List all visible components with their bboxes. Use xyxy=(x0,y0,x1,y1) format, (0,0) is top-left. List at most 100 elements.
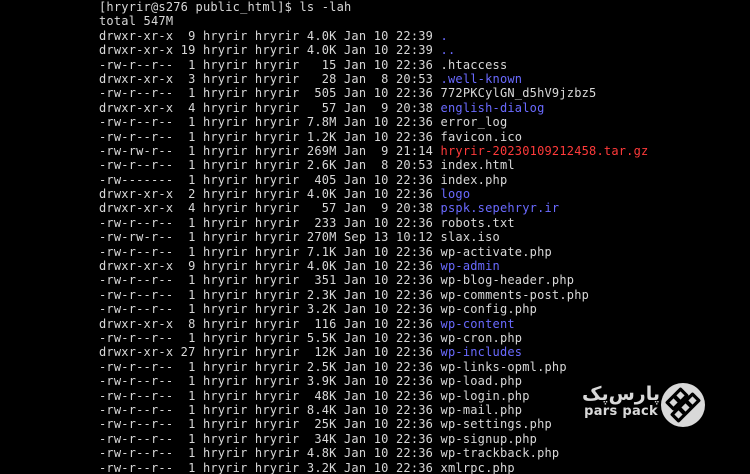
file-name: wp-load.php xyxy=(440,374,523,389)
ls-entry: -rw-r--r-- 1 hryrir hryrir 7.8M Jan 10 2… xyxy=(99,115,648,129)
file-name: wp-blog-header.php xyxy=(440,273,575,288)
file-name: wp-settings.php xyxy=(440,417,552,432)
file-name: wp-links-opml.php xyxy=(440,359,567,374)
ls-entry: -rw-r--r-- 1 hryrir hryrir 3.2K Jan 10 2… xyxy=(99,302,648,316)
ls-entry: -rw-r--r-- 1 hryrir hryrir 5.5K Jan 10 2… xyxy=(99,331,648,345)
entry-meta: -rw-r--r-- 1 hryrir hryrir 34K Jan 10 22… xyxy=(99,431,441,446)
ls-entry: -rw-r--r-- 1 hryrir hryrir 3.9K Jan 10 2… xyxy=(99,374,648,388)
file-name: wp-trackback.php xyxy=(440,446,560,461)
entry-meta: drwxr-xr-x 27 hryrir hryrir 12K Jan 10 2… xyxy=(99,345,441,360)
entry-meta: -rw-r--r-- 1 hryrir hryrir 3.9K Jan 10 2… xyxy=(99,374,441,389)
entry-meta: -rw-rw-r-- 1 hryrir hryrir 270M Sep 13 1… xyxy=(99,230,441,245)
ls-entry: drwxr-xr-x 4 hryrir hryrir 57 Jan 9 20:3… xyxy=(99,201,648,215)
file-name: wp-cron.php xyxy=(440,330,523,345)
ls-entry: drwxr-xr-x 3 hryrir hryrir 28 Jan 8 20:5… xyxy=(99,72,648,86)
entry-meta: -rw-rw-r-- 1 hryrir hryrir 269M Jan 9 21… xyxy=(99,143,441,158)
file-name: wp-login.php xyxy=(440,388,530,403)
entry-meta: -rw-r--r-- 1 hryrir hryrir 5.5K Jan 10 2… xyxy=(99,330,441,345)
ls-entry: -rw-r--r-- 1 hryrir hryrir 8.4K Jan 10 2… xyxy=(99,403,648,417)
entry-meta: -rw-r--r-- 1 hryrir hryrir 48K Jan 10 22… xyxy=(99,388,441,403)
entry-meta: -rw-r--r-- 1 hryrir hryrir 2.6K Jan 8 20… xyxy=(99,158,441,173)
entry-meta: drwxr-xr-x 3 hryrir hryrir 28 Jan 8 20:5… xyxy=(99,71,441,86)
ls-entry: -rw-r--r-- 1 hryrir hryrir 1.2K Jan 10 2… xyxy=(99,130,648,144)
entry-meta: drwxr-xr-x 4 hryrir hryrir 57 Jan 9 20:3… xyxy=(99,100,441,115)
file-name: index.php xyxy=(440,172,508,187)
ls-entry: -rw-r--r-- 1 hryrir hryrir 351 Jan 10 22… xyxy=(99,273,648,287)
ls-entry: drwxr-xr-x 4 hryrir hryrir 57 Jan 9 20:3… xyxy=(99,101,648,115)
ls-entry: -rw-r--r-- 1 hryrir hryrir 7.1K Jan 10 2… xyxy=(99,245,648,259)
file-name: robots.txt xyxy=(440,215,515,230)
ls-entry: drwxr-xr-x 27 hryrir hryrir 12K Jan 10 2… xyxy=(99,345,648,359)
directory-name: english-dialog xyxy=(440,100,545,115)
ls-entry: -rw-r--r-- 1 hryrir hryrir 4.8K Jan 10 2… xyxy=(99,446,648,460)
file-name: wp-activate.php xyxy=(440,244,552,259)
ls-entry: -rw-r--r-- 1 hryrir hryrir 25K Jan 10 22… xyxy=(99,417,648,431)
watermark-text: پارس‌پک pars pack xyxy=(582,383,661,420)
ls-entry: -rw------- 1 hryrir hryrir 405 Jan 10 22… xyxy=(99,173,648,187)
entry-meta: -rw-r--r-- 1 hryrir hryrir 7.8M Jan 10 2… xyxy=(99,115,441,130)
file-name: hryrir-20230109212458.tar.gz xyxy=(440,143,649,158)
entry-meta: -rw-r--r-- 1 hryrir hryrir 505 Jan 10 22… xyxy=(99,86,441,101)
entry-meta: -rw-r--r-- 1 hryrir hryrir 3.2K Jan 10 2… xyxy=(99,302,441,317)
directory-name: wp-includes xyxy=(440,345,523,360)
file-name: wp-config.php xyxy=(440,302,538,317)
file-name: .htaccess xyxy=(440,57,508,72)
total-line: total 547M xyxy=(99,14,174,29)
directory-name: logo xyxy=(440,187,471,202)
entry-meta: -rw-r--r-- 1 hryrir hryrir 7.1K Jan 10 2… xyxy=(99,244,441,259)
ls-entry: drwxr-xr-x 9 hryrir hryrir 4.0K Jan 10 2… xyxy=(99,29,648,43)
entry-meta: drwxr-xr-x 19 hryrir hryrir 4.0K Jan 10 … xyxy=(99,43,441,58)
directory-name: wp-content xyxy=(440,316,515,331)
entry-meta: drwxr-xr-x 2 hryrir hryrir 4.0K Jan 10 2… xyxy=(99,187,441,202)
entry-meta: -rw-r--r-- 1 hryrir hryrir 2.5K Jan 10 2… xyxy=(99,359,441,374)
ls-entry: -rw-r--r-- 1 hryrir hryrir 2.6K Jan 8 20… xyxy=(99,158,648,172)
file-name: slax.iso xyxy=(440,230,500,245)
entry-meta: drwxr-xr-x 9 hryrir hryrir 4.0K Jan 10 2… xyxy=(99,28,441,43)
ls-entry: -rw-r--r-- 1 hryrir hryrir 2.5K Jan 10 2… xyxy=(99,360,648,374)
directory-name: . xyxy=(440,28,448,43)
directory-name: pspk.sepehryr.ir xyxy=(440,201,560,216)
ls-entry: -rw-rw-r-- 1 hryrir hryrir 269M Jan 9 21… xyxy=(99,144,648,158)
file-name: 772PKCylGN_d5hV9jzbz5 xyxy=(440,86,597,101)
file-name: wp-mail.php xyxy=(440,402,523,417)
entry-meta: -rw-r--r-- 1 hryrir hryrir 233 Jan 10 22… xyxy=(99,215,441,230)
entry-meta: -rw-r--r-- 1 hryrir hryrir 25K Jan 10 22… xyxy=(99,417,441,432)
entry-meta: -rw-r--r-- 1 hryrir hryrir 351 Jan 10 22… xyxy=(99,273,441,288)
directory-name: .well-known xyxy=(440,71,523,86)
ls-entry: drwxr-xr-x 19 hryrir hryrir 4.0K Jan 10 … xyxy=(99,43,648,57)
watermark-text-en: pars pack xyxy=(584,404,658,419)
file-name: wp-comments-post.php xyxy=(440,287,590,302)
entry-meta: -rw-r--r-- 1 hryrir hryrir 4.8K Jan 10 2… xyxy=(99,446,441,461)
command-prompt-line: [hryrir@s276 public_html]$ ls -lah xyxy=(99,0,352,14)
ls-entry: -rw-r--r-- 1 hryrir hryrir 233 Jan 10 22… xyxy=(99,216,648,230)
watermark-text-fa: پارس‌پک xyxy=(582,383,661,405)
parspack-logo-icon xyxy=(661,383,705,427)
ls-entry: drwxr-xr-x 8 hryrir hryrir 116 Jan 10 22… xyxy=(99,317,648,331)
ls-entry: drwxr-xr-x 9 hryrir hryrir 4.0K Jan 10 2… xyxy=(99,259,648,273)
file-name: wp-signup.php xyxy=(440,431,538,446)
ls-entry: -rw-r--r-- 1 hryrir hryrir 48K Jan 10 22… xyxy=(99,389,648,403)
ls-entry: -rw-rw-r-- 1 hryrir hryrir 270M Sep 13 1… xyxy=(99,230,648,244)
terminal-output: [hryrir@s276 public_html]$ ls -lah total… xyxy=(99,0,648,474)
entry-meta: -rw-r--r-- 1 hryrir hryrir 15 Jan 10 22:… xyxy=(99,57,441,72)
ls-entry: -rw-r--r-- 1 hryrir hryrir 505 Jan 10 22… xyxy=(99,86,648,100)
entry-meta: -rw-r--r-- 1 hryrir hryrir 3.2K Jan 10 2… xyxy=(99,460,441,474)
entry-meta: -rw-r--r-- 1 hryrir hryrir 8.4K Jan 10 2… xyxy=(99,402,441,417)
terminal-window[interactable]: [hryrir@s276 public_html]$ ls -lah total… xyxy=(0,0,750,474)
ls-entry: -rw-r--r-- 1 hryrir hryrir 34K Jan 10 22… xyxy=(99,432,648,446)
file-name: error_log xyxy=(440,115,508,130)
directory-name: .. xyxy=(440,43,456,58)
directory-name: wp-admin xyxy=(440,259,500,274)
file-name: favicon.ico xyxy=(440,129,523,144)
entry-meta: -rw-r--r-- 1 hryrir hryrir 2.3K Jan 10 2… xyxy=(99,287,441,302)
entry-meta: drwxr-xr-x 8 hryrir hryrir 116 Jan 10 22… xyxy=(99,316,441,331)
parspack-watermark: پارس‌پک pars pack xyxy=(580,380,710,430)
entry-meta: -rw------- 1 hryrir hryrir 405 Jan 10 22… xyxy=(99,172,441,187)
entry-meta: drwxr-xr-x 9 hryrir hryrir 4.0K Jan 10 2… xyxy=(99,259,441,274)
entry-meta: drwxr-xr-x 4 hryrir hryrir 57 Jan 9 20:3… xyxy=(99,201,441,216)
file-name: xmlrpc.php xyxy=(440,460,515,474)
entry-meta: -rw-r--r-- 1 hryrir hryrir 1.2K Jan 10 2… xyxy=(99,129,441,144)
file-name: index.html xyxy=(440,158,515,173)
ls-entry: -rw-r--r-- 1 hryrir hryrir 15 Jan 10 22:… xyxy=(99,58,648,72)
ls-entry: -rw-r--r-- 1 hryrir hryrir 3.2K Jan 10 2… xyxy=(99,461,648,474)
